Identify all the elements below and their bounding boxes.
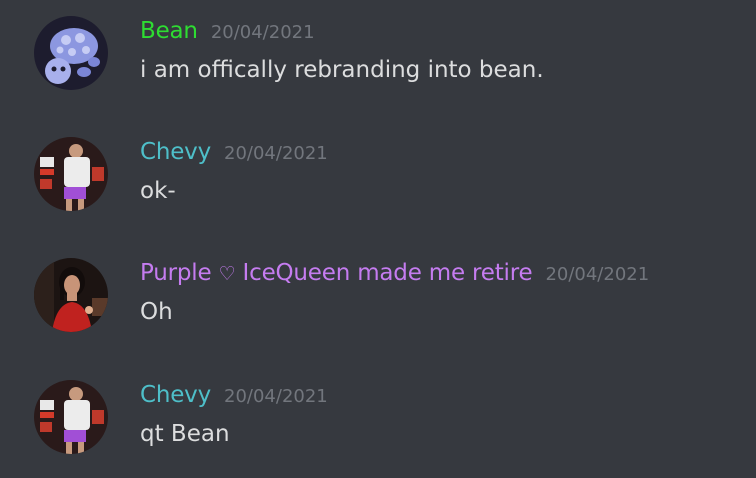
timestamp: 20/04/2021	[545, 264, 650, 285]
username-prefix: Purple	[140, 260, 212, 286]
timestamp: 20/04/2021	[210, 22, 315, 43]
message-text: qt Bean	[140, 421, 230, 447]
message-header: Chevy 20/04/2021	[140, 382, 328, 408]
username[interactable]: Purple ♡ IceQueen made me retire	[140, 260, 533, 286]
heart-icon: ♡	[218, 263, 236, 285]
person-photo-avatar[interactable]	[34, 380, 108, 454]
message-header: Bean 20/04/2021	[140, 18, 315, 44]
message-item: Purple ♡ IceQueen made me retire 20/04/2…	[0, 242, 756, 352]
message-item: Bean 20/04/2021 i am offically rebrandin…	[0, 0, 756, 110]
username[interactable]: Bean	[140, 18, 198, 44]
message-header: Chevy 20/04/2021	[140, 139, 328, 165]
username-suffix: IceQueen made me retire	[242, 260, 533, 286]
timestamp: 20/04/2021	[224, 143, 328, 164]
message-item: Chevy 20/04/2021 qt Bean	[0, 364, 756, 474]
chat-message-list: Bean 20/04/2021 i am offically rebrandin…	[0, 0, 756, 478]
message-text: ok-	[140, 178, 176, 204]
timestamp: 20/04/2021	[224, 386, 328, 407]
turtle-plush-avatar[interactable]	[34, 16, 108, 90]
message-text: Oh	[140, 299, 173, 325]
message-text: i am offically rebranding into bean.	[140, 57, 544, 83]
woman-red-dress-avatar[interactable]	[34, 258, 108, 332]
message-header: Purple ♡ IceQueen made me retire 20/04/2…	[140, 260, 649, 286]
username[interactable]: Chevy	[140, 382, 211, 408]
message-item: Chevy 20/04/2021 ok-	[0, 121, 756, 231]
username[interactable]: Chevy	[140, 139, 211, 165]
person-photo-avatar[interactable]	[34, 137, 108, 211]
